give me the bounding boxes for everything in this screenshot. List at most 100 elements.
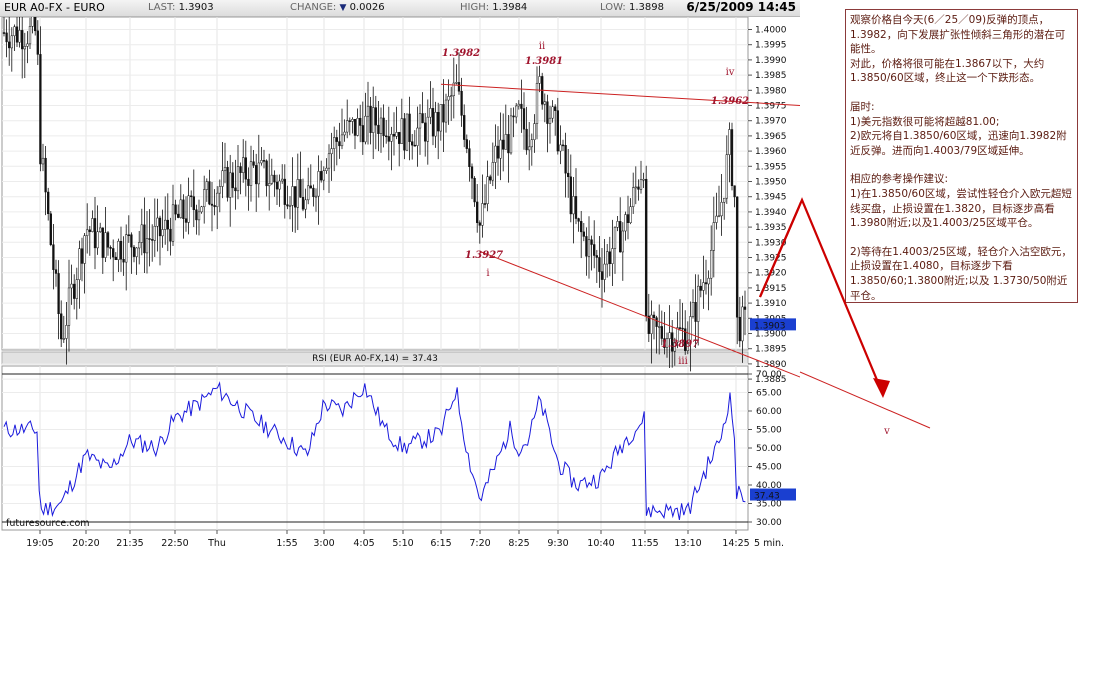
candle-body xyxy=(299,179,302,198)
candle-body xyxy=(504,134,507,150)
time-tick-label: 14:25 xyxy=(722,538,749,549)
rsi-tick-label: 30.00 xyxy=(756,518,782,528)
time-tick-label: 21:35 xyxy=(116,538,143,549)
candle-body xyxy=(509,115,513,154)
candle-body xyxy=(655,317,658,327)
price-tick-label: 1.3980 xyxy=(755,86,787,96)
candle-body xyxy=(192,196,195,211)
candle-body xyxy=(281,178,284,182)
low-quote: LOW: 1.3898 xyxy=(600,2,664,13)
candle-body xyxy=(216,192,219,208)
projection-arrow-head-ext xyxy=(873,378,890,398)
candle-body xyxy=(517,103,520,107)
time-tick-label: 3:00 xyxy=(313,538,334,549)
price-tick-label: 1.3940 xyxy=(755,208,787,218)
candle-body xyxy=(210,203,214,206)
candle-body xyxy=(439,104,442,132)
rsi-value-badge-text: 37.43 xyxy=(754,492,780,502)
candle-body xyxy=(626,214,630,223)
candle-body xyxy=(528,146,531,151)
low-value: 1.3898 xyxy=(628,2,664,13)
candle-body xyxy=(515,105,518,118)
candle-body xyxy=(408,113,411,142)
candle-body xyxy=(543,101,546,105)
candle-body xyxy=(143,224,146,254)
candle-body xyxy=(483,203,487,205)
candle-body xyxy=(109,247,112,249)
candle-body xyxy=(218,186,221,194)
note-item-2: 2)欧元将自1.3850/60区域，迅速向1.3982附近反弹。进而向1.400… xyxy=(850,130,1067,157)
candle-body xyxy=(36,30,39,55)
candle-body xyxy=(343,131,346,136)
candle-body xyxy=(582,231,585,237)
candle-body xyxy=(390,133,393,142)
candle-body xyxy=(359,117,362,126)
candle-body xyxy=(405,113,409,151)
candle-body xyxy=(127,234,130,236)
candle-body xyxy=(161,229,164,237)
candle-body xyxy=(704,282,708,285)
candle-body xyxy=(166,219,169,230)
pivot-price-label-1: 1.3982 xyxy=(442,48,480,59)
price-tick-label: 1.3965 xyxy=(755,132,787,142)
candle-body xyxy=(221,170,224,187)
candle-body xyxy=(21,30,24,50)
candle-body xyxy=(247,178,250,186)
candle-body xyxy=(520,103,523,109)
candle-body xyxy=(710,250,713,279)
candle-body xyxy=(632,187,635,207)
candle-body xyxy=(262,160,266,162)
candle-body xyxy=(437,112,440,132)
candle-body xyxy=(481,203,484,226)
time-tick-label: 6:15 xyxy=(430,538,451,549)
candle-body xyxy=(587,239,591,257)
candle-body xyxy=(301,197,305,210)
candle-body xyxy=(494,145,497,163)
change-label: CHANGE: xyxy=(290,2,337,13)
candle-body xyxy=(140,224,143,243)
chart-canvas: RSI (EUR A0-FX,14) = 37.43 1.4000 1.3995 1.… xyxy=(1,1,800,549)
time-tick-label: 4:05 xyxy=(353,538,374,549)
candle-body xyxy=(385,135,388,138)
candle-body xyxy=(312,187,315,197)
candle-body xyxy=(156,217,159,227)
candle-body xyxy=(197,211,201,221)
candle-body xyxy=(551,106,554,119)
candle-body xyxy=(585,236,588,257)
candle-body xyxy=(590,239,593,245)
low-label: LOW: xyxy=(600,2,626,13)
candle-body xyxy=(569,176,572,215)
candle-body xyxy=(244,157,247,180)
pivot-price-label-5: 1.3962 xyxy=(711,96,749,107)
candle-body xyxy=(327,153,331,169)
high-label: HIGH: xyxy=(460,2,490,13)
candle-body xyxy=(179,199,182,218)
candle-body xyxy=(400,118,403,144)
candle-body xyxy=(236,166,240,192)
analysis-note: 观察价格自今天(6／25／09)反弹的顶点，1.3982，向下发展扩张性倾斜三角… xyxy=(845,9,1078,303)
candle-body xyxy=(223,167,227,172)
candle-body xyxy=(533,123,536,140)
candle-body xyxy=(249,161,253,186)
candle-body xyxy=(200,206,203,213)
candle-body xyxy=(372,107,375,133)
price-tick-label: 1.3935 xyxy=(755,223,787,233)
candle-body xyxy=(213,205,216,208)
candle-body xyxy=(522,108,526,130)
candle-body xyxy=(62,338,65,340)
candle-body xyxy=(294,186,297,208)
candle-body xyxy=(621,230,624,253)
candle-body xyxy=(117,240,120,261)
candle-body xyxy=(8,41,11,49)
candle-body xyxy=(348,120,351,122)
candle-body xyxy=(678,327,682,329)
candle-body xyxy=(473,177,476,203)
candle-body xyxy=(122,258,125,263)
candle-body xyxy=(54,269,58,274)
note-section-title-2: 相应的参考操作建议: xyxy=(850,173,949,186)
candle-body xyxy=(556,110,559,152)
change-value: 0.0026 xyxy=(349,2,385,13)
high-value: 1.3984 xyxy=(492,2,528,13)
candle-body xyxy=(572,196,575,215)
candle-body xyxy=(559,144,562,152)
